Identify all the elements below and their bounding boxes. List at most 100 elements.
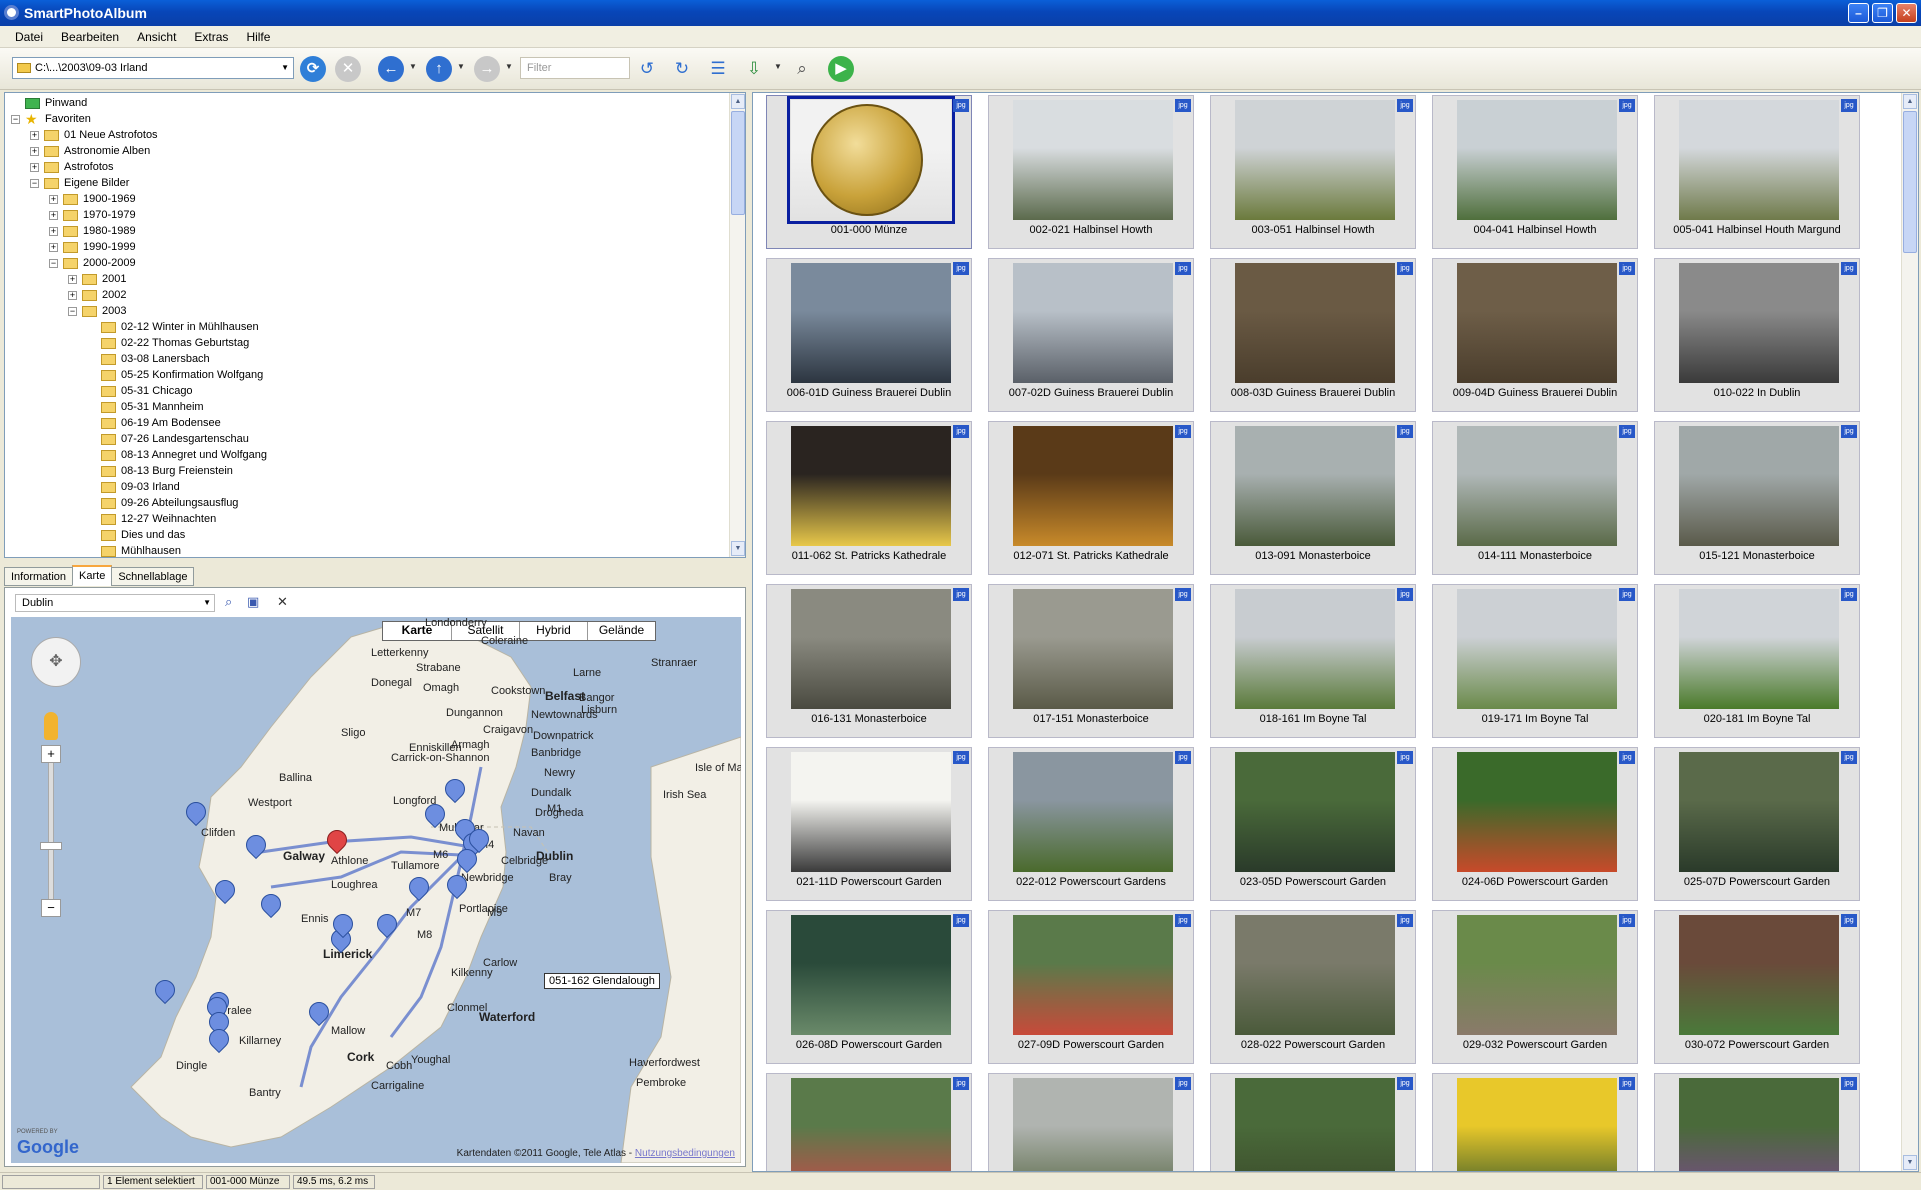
photo-thumbnail[interactable]: jpg 011-062 St. Patricks Kathedrale (766, 421, 972, 575)
zoom-in-icon[interactable]: + (41, 745, 61, 763)
back-icon[interactable]: ← (378, 56, 404, 82)
photo-thumbnail[interactable]: jpg 020-181 Im Boyne Tal (1654, 584, 1860, 738)
search-icon[interactable]: ⌕ (225, 594, 232, 610)
import-dropdown-icon[interactable]: ▼ (774, 62, 782, 71)
tab-information[interactable]: Information (4, 567, 74, 586)
tab-schnellablage[interactable]: Schnellablage (111, 567, 195, 586)
up-dropdown-icon[interactable]: ▼ (457, 62, 465, 71)
rotate-left-icon[interactable]: ↺ (633, 56, 661, 82)
photo-thumbnail[interactable]: jpg 019-171 Im Boyne Tal (1432, 584, 1638, 738)
photo-thumbnail[interactable]: jpg (988, 1073, 1194, 1171)
scroll-down-icon[interactable]: ▼ (731, 541, 745, 556)
photo-thumbnail[interactable]: jpg 028-022 Powerscourt Garden (1210, 910, 1416, 1064)
zoom-slider-thumb[interactable] (40, 842, 62, 850)
photo-thumbnail[interactable]: jpg 008-03D Guiness Brauerei Dublin (1210, 258, 1416, 412)
photo-thumbnail[interactable]: jpg 026-08D Powerscourt Garden (766, 910, 972, 1064)
photo-thumbnail[interactable]: jpg 030-072 Powerscourt Garden (1654, 910, 1860, 1064)
expand-icon[interactable]: + (49, 243, 58, 252)
expand-icon[interactable]: + (68, 275, 77, 284)
scroll-up-icon[interactable]: ▲ (731, 94, 745, 109)
maximize-button[interactable]: ❐ (1872, 3, 1893, 23)
expand-icon[interactable]: + (30, 147, 39, 156)
zoom-out-icon[interactable]: − (41, 899, 61, 917)
menu-datei[interactable]: Datei (6, 26, 52, 47)
rotate-right-icon[interactable]: ↻ (668, 56, 696, 82)
forward-dropdown-icon[interactable]: ▼ (505, 62, 513, 71)
photo-thumbnail[interactable]: jpg 023-05D Powerscourt Garden (1210, 747, 1416, 901)
photo-thumbnail[interactable]: jpg (1654, 1073, 1860, 1171)
menu-extras[interactable]: Extras (185, 26, 237, 47)
clear-icon[interactable]: ✕ (277, 594, 288, 610)
expand-icon[interactable]: + (49, 211, 58, 220)
photo-thumbnail[interactable]: jpg 005-041 Halbinsel Houth Margund (1654, 95, 1860, 249)
photo-thumbnail[interactable]: jpg 013-091 Monasterboice (1210, 421, 1416, 575)
photo-thumbnail[interactable]: jpg 010-022 In Dublin (1654, 258, 1860, 412)
slideshow-play-icon[interactable]: ▶ (828, 56, 854, 82)
photo-thumbnail[interactable]: jpg 027-09D Powerscourt Garden (988, 910, 1194, 1064)
photo-thumbnail[interactable]: jpg 018-161 Im Boyne Tal (1210, 584, 1416, 738)
terms-link[interactable]: Nutzungsbedingungen (635, 1148, 735, 1159)
collapse-icon[interactable]: − (49, 259, 58, 268)
photo-thumbnail[interactable]: jpg 014-111 Monasterboice (1432, 421, 1638, 575)
photo-thumbnail[interactable]: jpg 001-000 Münze (766, 95, 972, 249)
photo-thumbnail[interactable]: jpg (1210, 1073, 1416, 1171)
path-combobox[interactable]: C:\...\2003\09-03 Irland ▼ (12, 57, 294, 79)
google-map[interactable]: Karte Satellit Hybrid Gelände ✥ + − 051-162… (11, 617, 741, 1163)
photo-thumbnail[interactable]: jpg 012-071 St. Patricks Kathedrale (988, 421, 1194, 575)
photo-thumbnail[interactable]: jpg (766, 1073, 972, 1171)
expand-icon[interactable]: + (49, 195, 58, 204)
expand-icon[interactable]: + (49, 227, 58, 236)
location-search-input[interactable]: Dublin ▼ (15, 594, 215, 612)
tree-scroll-thumb[interactable] (731, 111, 745, 215)
scroll-down-icon[interactable]: ▼ (1903, 1155, 1917, 1170)
photo-thumbnail[interactable]: jpg (1432, 1073, 1638, 1171)
zoom-track[interactable] (48, 752, 54, 912)
menu-hilfe[interactable]: Hilfe (237, 26, 279, 47)
photo-thumbnail[interactable]: jpg 024-06D Powerscourt Garden (1432, 747, 1638, 901)
collapse-icon[interactable]: − (68, 307, 77, 316)
scroll-up-icon[interactable]: ▲ (1903, 94, 1917, 109)
expand-icon[interactable]: + (30, 163, 39, 172)
collapse-icon[interactable]: − (11, 115, 20, 124)
refresh-icon[interactable]: ⟳ (300, 56, 326, 82)
pan-control-icon[interactable]: ✥ (31, 637, 81, 687)
save-icon[interactable]: ▣ (247, 594, 259, 610)
photo-thumbnail[interactable]: jpg 029-032 Powerscourt Garden (1432, 910, 1638, 1064)
photo-thumbnail[interactable]: jpg 006-01D Guiness Brauerei Dublin (766, 258, 972, 412)
photo-thumbnail[interactable]: jpg 022-012 Powerscourt Gardens (988, 747, 1194, 901)
stop-icon[interactable]: ✕ (335, 56, 361, 82)
close-button[interactable]: ✕ (1896, 3, 1917, 23)
photo-thumbnail[interactable]: jpg 025-07D Powerscourt Garden (1654, 747, 1860, 901)
tree-scrollbar[interactable]: ▲ ▼ (729, 93, 745, 557)
menu-ansicht[interactable]: Ansicht (128, 26, 185, 47)
map-type-terrain[interactable]: Gelände (587, 622, 655, 640)
menu-bearbeiten[interactable]: Bearbeiten (52, 26, 128, 47)
forward-icon[interactable]: → (474, 56, 500, 82)
photo-thumbnail[interactable]: jpg 003-051 Halbinsel Howth (1210, 95, 1416, 249)
up-icon[interactable]: ↑ (426, 56, 452, 82)
list-view-icon[interactable]: ☰ (704, 56, 732, 82)
grid-scrollbar[interactable]: ▲ ▼ (1901, 93, 1918, 1171)
photo-thumbnail[interactable]: jpg 021-11D Powerscourt Garden (766, 747, 972, 901)
grid-scroll-thumb[interactable] (1903, 111, 1917, 253)
folder-tree[interactable]: ▲ ▼ Pinwand − ★ Favoriten +01 Neue Astrofoto… (4, 92, 746, 558)
photo-thumbnail[interactable]: jpg 002-021 Halbinsel Howth (988, 95, 1194, 249)
map-type-hybrid[interactable]: Hybrid (519, 622, 587, 640)
photo-thumbnail[interactable]: jpg 009-04D Guiness Brauerei Dublin (1432, 258, 1638, 412)
photo-thumbnail[interactable]: jpg 004-041 Halbinsel Howth (1432, 95, 1638, 249)
search-icon[interactable]: ⌕ (788, 56, 816, 82)
street-view-pegman-icon[interactable] (44, 712, 58, 740)
photo-thumbnail[interactable]: jpg 007-02D Guiness Brauerei Dublin (988, 258, 1194, 412)
minimize-button[interactable]: – (1848, 3, 1869, 23)
photo-grid[interactable]: ▲ ▼ jpg 001-000 Münze jpg 002-021 Halbinsel… (752, 92, 1919, 1172)
expand-icon[interactable]: + (68, 291, 77, 300)
expand-icon[interactable]: + (30, 131, 39, 140)
filter-input[interactable]: Filter (520, 57, 630, 79)
import-icon[interactable]: ⇩ (740, 56, 768, 82)
back-dropdown-icon[interactable]: ▼ (409, 62, 417, 71)
photo-thumbnail[interactable]: jpg 017-151 Monasterboice (988, 584, 1194, 738)
photo-thumbnail[interactable]: jpg 015-121 Monasterboice (1654, 421, 1860, 575)
tab-karte[interactable]: Karte (72, 565, 113, 586)
collapse-icon[interactable]: − (30, 179, 39, 188)
photo-thumbnail[interactable]: jpg 016-131 Monasterboice (766, 584, 972, 738)
